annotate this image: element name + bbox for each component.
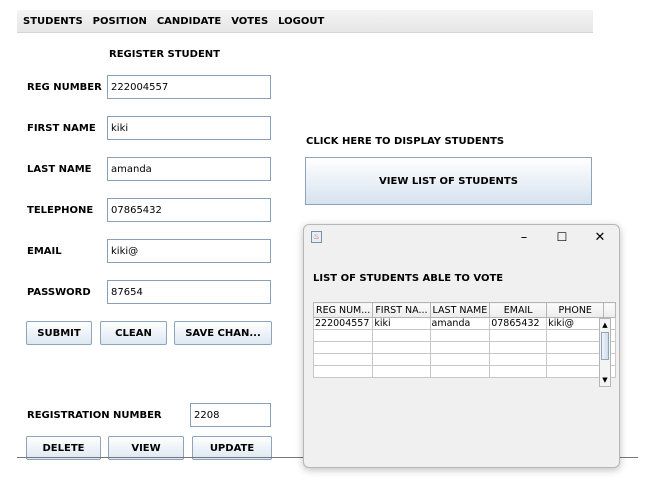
- last-name-field[interactable]: [107, 157, 271, 181]
- table-row[interactable]: 222004557 kiki amanda 07865432 kiki@: [312, 317, 617, 330]
- menu-position[interactable]: POSITION: [93, 16, 147, 27]
- table-row-empty[interactable]: [312, 365, 617, 378]
- scroll-thumb[interactable]: [601, 332, 609, 360]
- students-table: REG NUM... FIRST NA... LAST NAME EMAIL P…: [312, 302, 617, 378]
- close-icon[interactable]: ✕: [590, 228, 610, 246]
- display-students-heading: CLICK HERE TO DISPLAY STUDENTS: [306, 136, 505, 147]
- cell-email[interactable]: 07865432: [489, 317, 548, 330]
- column-header-corner: [603, 302, 617, 318]
- minimize-icon[interactable]: –: [514, 228, 534, 246]
- menu-votes[interactable]: VOTES: [231, 16, 268, 27]
- table-row-empty[interactable]: [312, 329, 617, 342]
- first-name-label: FIRST NAME: [27, 123, 96, 134]
- password-label: PASSWORD: [27, 287, 91, 298]
- table-row-empty[interactable]: [312, 341, 617, 354]
- telephone-field[interactable]: [107, 198, 271, 222]
- column-header-email[interactable]: EMAIL: [489, 302, 548, 318]
- reg-number-field[interactable]: [107, 75, 271, 99]
- email-field[interactable]: [107, 239, 271, 263]
- column-header-last-name[interactable]: LAST NAME: [429, 302, 491, 318]
- clean-button[interactable]: CLEAN: [100, 321, 167, 345]
- java-app-icon: ♨: [311, 231, 322, 243]
- dialog-titlebar[interactable]: ♨ – ☐ ✕: [304, 225, 619, 249]
- cell-last-name[interactable]: amanda: [429, 317, 491, 330]
- save-changes-button[interactable]: SAVE CHAN...: [174, 321, 272, 345]
- maximize-icon[interactable]: ☐: [552, 228, 572, 246]
- column-header-first-name[interactable]: FIRST NA...: [372, 302, 431, 318]
- scroll-up-icon[interactable]: ▲: [600, 319, 610, 331]
- table-row-empty[interactable]: [312, 353, 617, 366]
- scroll-down-icon[interactable]: ▼: [600, 374, 610, 386]
- submit-button[interactable]: SUBMIT: [26, 321, 92, 345]
- registration-number-label: REGISTRATION NUMBER: [27, 410, 162, 421]
- table-vertical-scrollbar[interactable]: ▲ ▼: [599, 318, 611, 387]
- first-name-field[interactable]: [107, 116, 271, 140]
- email-label: EMAIL: [27, 246, 62, 257]
- registration-number-field[interactable]: [190, 403, 271, 427]
- last-name-label: LAST NAME: [27, 164, 92, 175]
- cell-reg-num[interactable]: 222004557: [312, 317, 374, 330]
- menu-students[interactable]: STUDENTS: [23, 16, 83, 27]
- reg-number-label: REG NUMBER: [27, 82, 102, 93]
- telephone-label: TELEPHONE: [27, 205, 94, 216]
- view-list-of-students-button[interactable]: VIEW LIST OF STUDENTS: [305, 157, 592, 205]
- menu-logout[interactable]: LOGOUT: [278, 16, 324, 27]
- cell-phone[interactable]: kiki@: [546, 317, 605, 330]
- password-field[interactable]: [107, 280, 271, 304]
- table-header-row: REG NUM... FIRST NA... LAST NAME EMAIL P…: [312, 302, 617, 318]
- column-header-reg-num[interactable]: REG NUM...: [312, 302, 374, 318]
- menu-bar: STUDENTS POSITION CANDIDATE VOTES LOGOUT: [17, 10, 593, 33]
- column-header-phone[interactable]: PHONE: [546, 302, 605, 318]
- cell-first-name[interactable]: kiki: [372, 317, 431, 330]
- menu-candidate[interactable]: CANDIDATE: [157, 16, 221, 27]
- register-student-heading: REGISTER STUDENT: [109, 49, 220, 60]
- dialog-heading: LIST OF STUDENTS ABLE TO VOTE: [313, 273, 504, 284]
- students-list-dialog: ♨ – ☐ ✕ LIST OF STUDENTS ABLE TO VOTE RE…: [303, 224, 620, 468]
